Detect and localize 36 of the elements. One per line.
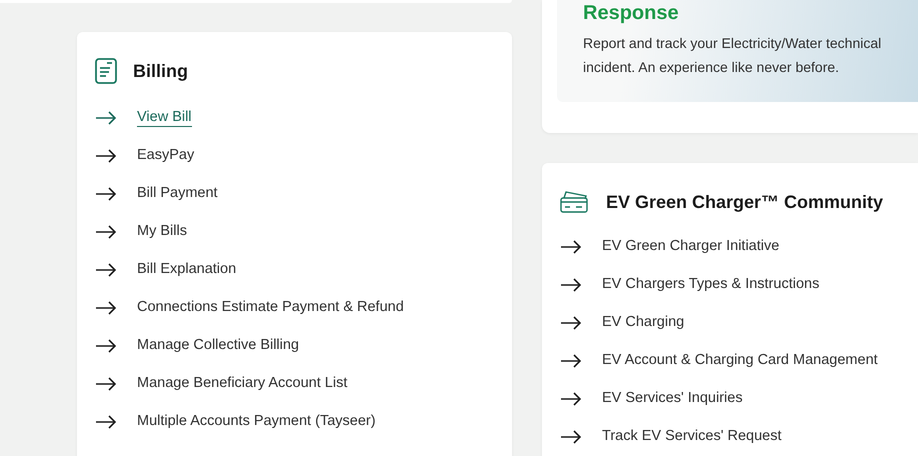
- banner-description: Report and track your Electricity/Water technical incident. An experience like never before.: [583, 34, 882, 77]
- arrow-icon: [95, 339, 117, 353]
- menu-link[interactable]: EV Account & Charging Card Management: [560, 349, 900, 373]
- bill-icon: [95, 58, 117, 84]
- card-icon: [560, 191, 590, 213]
- menu-link[interactable]: Bill Payment: [95, 182, 494, 206]
- menu-link[interactable]: Track EV Services' Request: [560, 425, 900, 449]
- arrow-icon: [560, 240, 582, 254]
- menu-link[interactable]: EasyPay: [95, 144, 494, 168]
- section-title: EV Green Charger™ Community: [606, 192, 884, 212]
- arrow-icon: [95, 263, 117, 277]
- arrow-icon: [95, 149, 117, 163]
- arrow-icon: [95, 111, 117, 125]
- menu-link[interactable]: EV Services' Inquiries: [560, 387, 900, 411]
- menu-link[interactable]: Manage Collective Billing: [95, 334, 494, 358]
- arrow-icon: [95, 301, 117, 315]
- menu-link[interactable]: Multiple Accounts Payment (Tayseer): [95, 410, 494, 434]
- arrow-icon: [95, 225, 117, 239]
- section-title: Billing: [133, 60, 188, 82]
- menu-link[interactable]: EV Green Charger Initiative: [560, 235, 900, 259]
- menu-link[interactable]: Connections Estimate Payment & Refund: [95, 296, 494, 320]
- arrow-icon: [560, 392, 582, 406]
- arrow-icon: [560, 278, 582, 292]
- menu-link[interactable]: EV Charging: [560, 311, 900, 335]
- arrow-icon: [95, 187, 117, 201]
- arrow-icon: [95, 377, 117, 391]
- menu-link[interactable]: Bill Explanation: [95, 258, 494, 282]
- menu-link[interactable]: Manage Beneficiary Account List: [95, 372, 494, 396]
- arrow-icon: [560, 354, 582, 368]
- menu-link[interactable]: My Bills: [95, 220, 494, 244]
- menu-link[interactable]: EV Chargers Types & Instructions: [560, 273, 900, 297]
- arrow-icon: [560, 316, 582, 330]
- arrow-icon: [560, 430, 582, 444]
- arrow-icon: [95, 415, 117, 429]
- menu-link[interactable]: View Bill: [95, 106, 494, 130]
- banner-title: Response: [583, 1, 680, 25]
